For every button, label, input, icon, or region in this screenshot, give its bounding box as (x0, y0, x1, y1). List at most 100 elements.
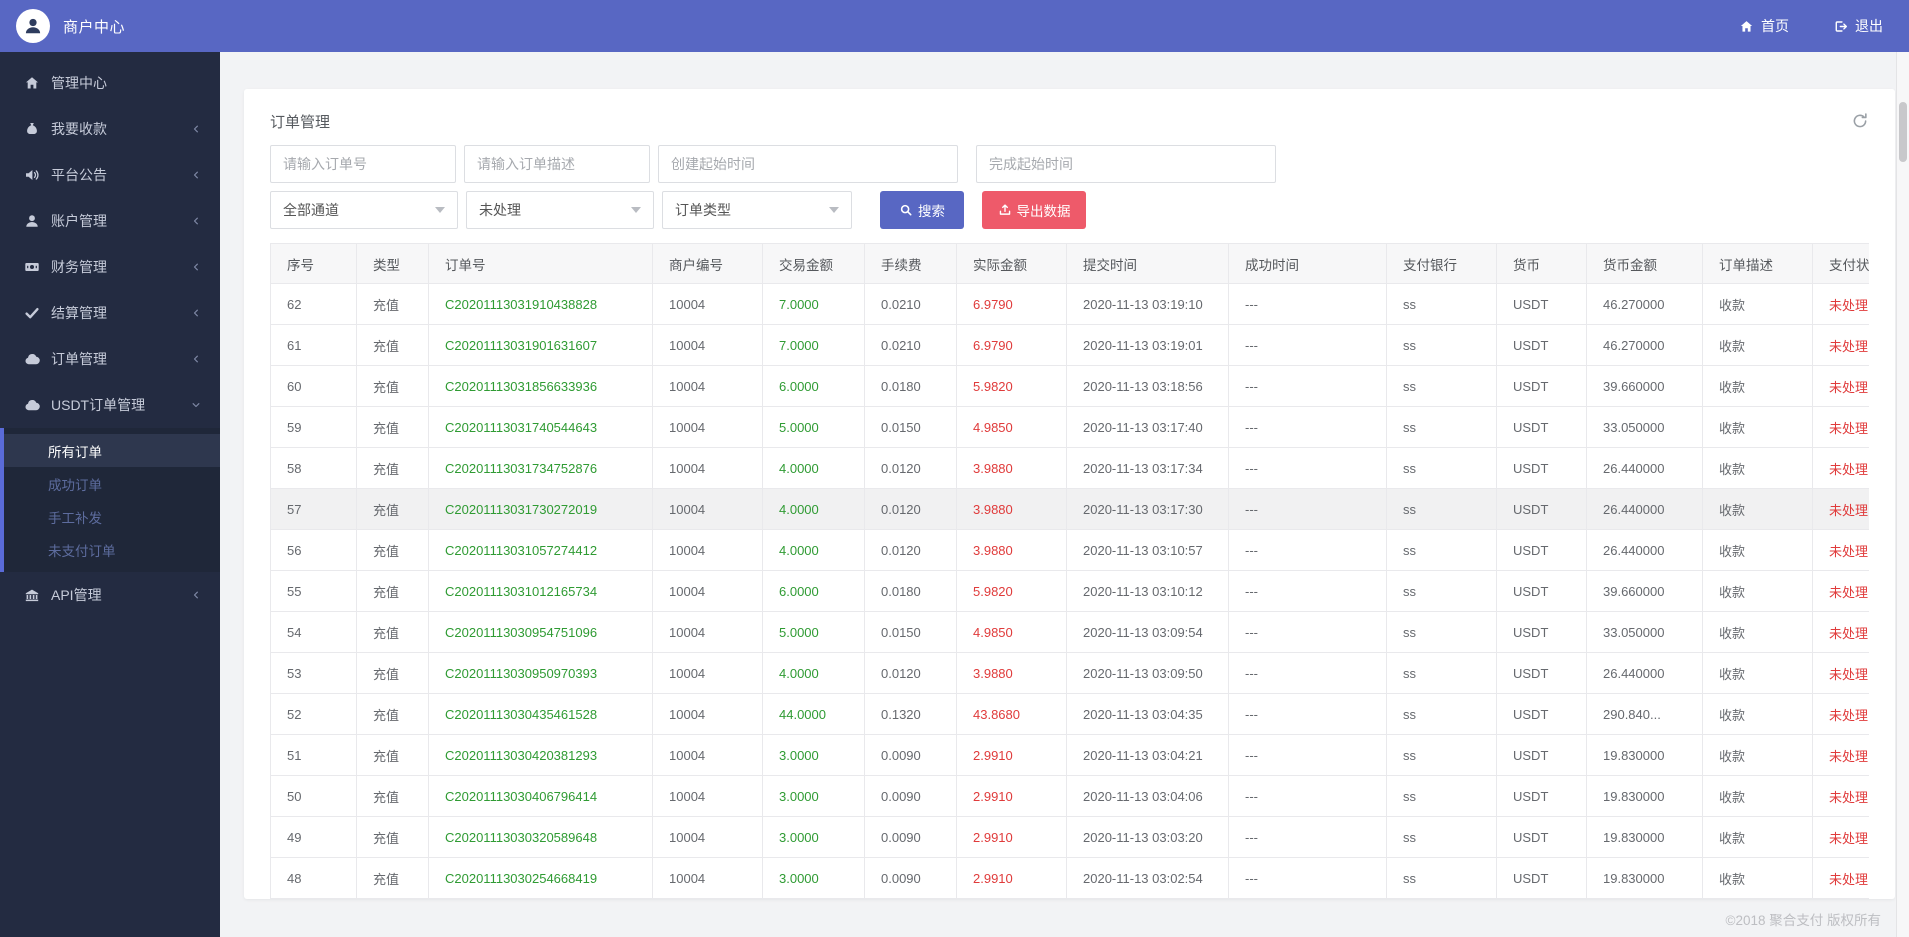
export-data-button[interactable]: 导出数据 (982, 191, 1086, 229)
cell-type: 充值 (356, 406, 429, 448)
column-header-order-desc: 订单描述 (1702, 243, 1813, 284)
money-bill-icon (25, 263, 39, 271)
cell-currency: USDT (1496, 488, 1587, 530)
refresh-icon[interactable] (1851, 112, 1869, 130)
scrollbar-thumb[interactable] (1899, 102, 1907, 162)
cell-currency: USDT (1496, 857, 1587, 899)
cell-order-desc: 收款 (1702, 570, 1813, 612)
cell-pay-status: 未处理 (1812, 652, 1869, 694)
nav-logout[interactable]: 退出 (1833, 16, 1883, 36)
channel-select[interactable]: 全部通道 (270, 191, 458, 229)
cell-submit-time: 2020-11-13 03:04:35 (1066, 693, 1229, 735)
avatar[interactable] (16, 9, 50, 43)
table-row: 56 充值 C20201113031057274412 10004 4.0000 0.01… (270, 529, 1869, 571)
sidebar-item[interactable]: 订单管理 (0, 336, 220, 382)
sidebar-item[interactable]: API管理 (0, 572, 220, 618)
cell-order-no: C20201113030950970393 (428, 652, 653, 694)
cell-merchant-id: 10004 (652, 324, 763, 366)
cell-fee: 0.0120 (864, 447, 957, 489)
cell-seq: 60 (270, 365, 357, 407)
cell-seq: 50 (270, 775, 357, 817)
sidebar-item[interactable]: 账户管理 (0, 198, 220, 244)
cell-fee: 0.0210 (864, 283, 957, 325)
cell-success-time: --- (1228, 447, 1387, 489)
cell-type: 充值 (356, 611, 429, 653)
cell-currency: USDT (1496, 734, 1587, 776)
cell-actual-amount: 2.9910 (956, 775, 1067, 817)
cell-order-no: C20201113031730272019 (428, 488, 653, 530)
finish-start-time-input[interactable] (976, 145, 1276, 183)
sidebar-item[interactable]: 平台公告 (0, 152, 220, 198)
sidebar-item[interactable]: 管理中心 (0, 60, 220, 106)
top-header: 商户中心 首页 退出 (0, 0, 1909, 52)
cell-type: 充值 (356, 365, 429, 407)
cell-pay-bank: ss (1386, 693, 1497, 735)
column-header-currency: 货币 (1496, 243, 1587, 284)
cell-type: 充值 (356, 693, 429, 735)
cell-actual-amount: 2.9910 (956, 734, 1067, 776)
sidebar-submenu: 所有订单 成功订单 手工补发 未支付订单 (0, 428, 220, 572)
cell-merchant-id: 10004 (652, 447, 763, 489)
sidebar-subitem[interactable]: 未支付订单 (4, 533, 220, 566)
sidebar-subitem[interactable]: 成功订单 (4, 467, 220, 500)
search-icon (900, 204, 912, 216)
sidebar-item[interactable]: USDT订单管理 (0, 382, 220, 428)
sidebar-item[interactable]: 财务管理 (0, 244, 220, 290)
cell-pay-status: 未处理 (1812, 693, 1869, 735)
cell-type: 充值 (356, 324, 429, 366)
nav-home[interactable]: 首页 (1739, 16, 1789, 36)
cell-currency-amount: 19.830000 (1586, 816, 1703, 858)
cell-pay-bank: ss (1386, 406, 1497, 448)
sidebar-subitem[interactable]: 所有订单 (4, 434, 220, 467)
order-no-input[interactable] (270, 145, 456, 183)
status-select[interactable]: 未处理 (466, 191, 654, 229)
cell-seq: 52 (270, 693, 357, 735)
search-button[interactable]: 搜索 (880, 191, 964, 229)
content-card: 订单管理 全部通道 未处理 订单类型 (244, 89, 1895, 899)
cell-merchant-id: 10004 (652, 816, 763, 858)
table-row: 55 充值 C20201113031012165734 10004 6.0000 0.01… (270, 570, 1869, 612)
order-type-select[interactable]: 订单类型 (662, 191, 852, 229)
logout-icon (1835, 20, 1848, 32)
cell-order-no: C20201113031012165734 (428, 570, 653, 612)
cloud-icon (25, 399, 40, 411)
scrollbar[interactable] (1896, 52, 1909, 937)
table-row: 61 充值 C20201113031901631607 10004 7.0000 0.02… (270, 324, 1869, 366)
volume-icon (26, 170, 39, 180)
cell-pay-status: 未处理 (1812, 365, 1869, 407)
cell-trade-amount: 3.0000 (762, 775, 865, 817)
cell-type: 充值 (356, 734, 429, 776)
cell-submit-time: 2020-11-13 03:10:57 (1066, 529, 1229, 571)
column-header-currency-amount: 货币金额 (1586, 243, 1703, 284)
cell-currency: USDT (1496, 693, 1587, 735)
cell-fee: 0.0120 (864, 652, 957, 694)
cell-submit-time: 2020-11-13 03:04:06 (1066, 775, 1229, 817)
sidebar-item[interactable]: 结算管理 (0, 290, 220, 336)
order-desc-input[interactable] (464, 145, 650, 183)
cell-order-no: C20201113031910438828 (428, 283, 653, 325)
cell-seq: 51 (270, 734, 357, 776)
create-start-time-input[interactable] (658, 145, 958, 183)
cell-merchant-id: 10004 (652, 365, 763, 407)
sidebar-item-label: 结算管理 (51, 305, 107, 321)
home-icon (1740, 20, 1753, 32)
check-icon (25, 308, 39, 319)
home-icon (26, 77, 38, 89)
column-header-type: 类型 (356, 243, 429, 284)
cell-seq: 62 (270, 283, 357, 325)
sidebar-item-label: 订单管理 (51, 351, 107, 367)
cell-pay-status: 未处理 (1812, 283, 1869, 325)
cell-currency-amount: 39.660000 (1586, 570, 1703, 612)
sidebar-subitem[interactable]: 手工补发 (4, 500, 220, 533)
cell-trade-amount: 3.0000 (762, 734, 865, 776)
cell-pay-status: 未处理 (1812, 324, 1869, 366)
cell-order-no: C20201113031734752876 (428, 447, 653, 489)
sidebar-item[interactable]: 我要收款 (0, 106, 220, 152)
table-row: 53 充值 C20201113030950970393 10004 4.0000 0.01… (270, 652, 1869, 694)
cell-seq: 58 (270, 447, 357, 489)
cell-currency-amount: 26.440000 (1586, 488, 1703, 530)
chevron-left-icon (193, 263, 198, 271)
cell-type: 充值 (356, 857, 429, 899)
cell-pay-bank: ss (1386, 324, 1497, 366)
cell-type: 充值 (356, 488, 429, 530)
